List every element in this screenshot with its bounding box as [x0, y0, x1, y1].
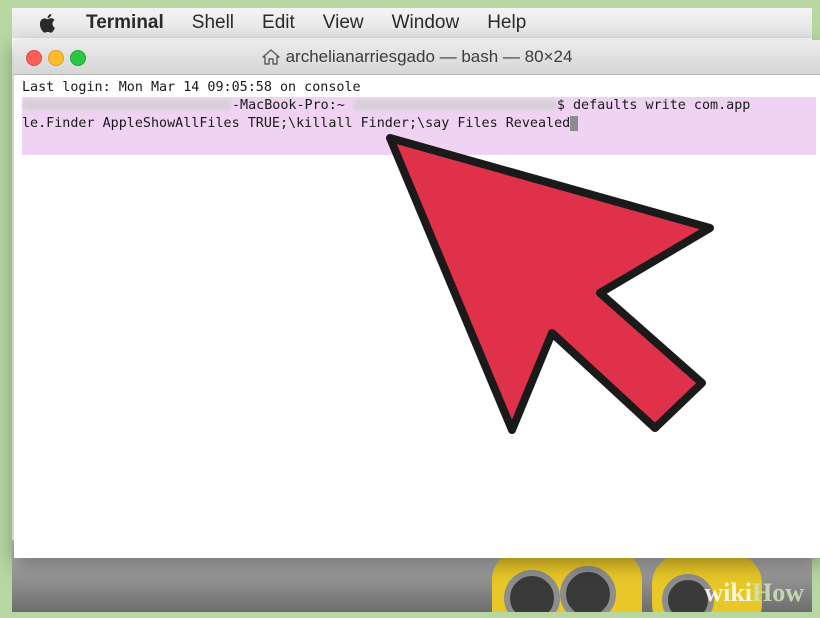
menu-window[interactable]: Window [392, 12, 460, 34]
frame-border [0, 612, 820, 618]
menu-view[interactable]: View [323, 12, 364, 34]
menu-help[interactable]: Help [487, 12, 526, 34]
apple-logo-icon[interactable] [38, 12, 58, 34]
watermark-wiki: wiki [704, 578, 752, 607]
menu-bar: Terminal Shell Edit View Window Help [12, 8, 812, 38]
watermark: wikiHow [704, 578, 804, 608]
menu-terminal[interactable]: Terminal [86, 12, 164, 34]
frame-border [0, 0, 820, 8]
watermark-how: How [752, 578, 804, 607]
menu-edit[interactable]: Edit [262, 12, 295, 34]
prompt-symbol: $ [556, 98, 565, 113]
frame-border [0, 0, 12, 618]
window-title: archelianarriesgado — bash — 80×24 [285, 47, 573, 66]
command-text: defaults write com.app [564, 98, 751, 113]
prompt-host: -MacBook-Pro:~ [232, 98, 345, 113]
window-title-wrap: archelianarriesgado — bash — 80×24 [14, 40, 820, 74]
redacted-username [352, 100, 557, 110]
home-icon [261, 49, 280, 65]
prompt-line: -MacBook-Pro:~ $ defaults write com.app [22, 97, 750, 115]
menu-shell[interactable]: Shell [192, 12, 234, 34]
last-login-line: Last login: Mon Mar 14 09:05:58 on conso… [22, 80, 361, 95]
redacted-username [22, 100, 232, 110]
window-titlebar[interactable]: archelianarriesgado — bash — 80×24 [14, 40, 820, 75]
arrow-icon [386, 134, 714, 434]
